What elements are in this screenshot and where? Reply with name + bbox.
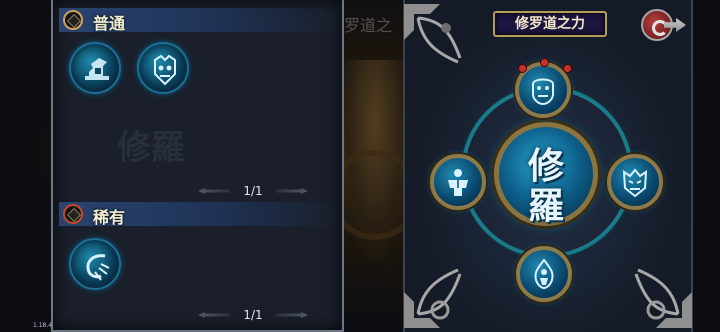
common-pager: 1/1: [198, 184, 308, 198]
common-skill-slot-2[interactable]: [137, 42, 189, 94]
common-skill-slot-1[interactable]: [69, 42, 121, 94]
asura-core-orb[interactable]: 修 羅: [494, 122, 598, 227]
oni-face-skill-icon: [622, 168, 648, 198]
rare-section-header: 稀有: [59, 202, 339, 227]
section-emblem-icon: [63, 10, 83, 30]
common-next-page-arrow-icon[interactable]: [276, 188, 308, 194]
version-label: 1.18.4: [33, 322, 53, 329]
claw-skill-icon: [86, 254, 110, 281]
ornament-corner-icon: [404, 268, 462, 328]
ornament-corner-icon: [404, 4, 462, 64]
rare-prev-page-arrow-icon[interactable]: [198, 312, 230, 318]
rare-next-page-arrow-icon[interactable]: [276, 312, 308, 318]
background-title-echo: 罗道之: [344, 16, 393, 35]
slot-marker-icon: [563, 64, 572, 73]
common-section-title: 普通: [93, 14, 126, 33]
satellite-skill-bottom[interactable]: [516, 246, 572, 302]
skill-list-panel: 修羅 普通 1/1 稀有 1/1: [51, 0, 344, 332]
demon-face-skill-icon: [154, 54, 176, 86]
tower-skill-icon: [85, 58, 109, 80]
rare-section-title: 稀有: [93, 208, 126, 227]
common-prev-page-arrow-icon[interactable]: [198, 188, 230, 194]
rare-pager: 1/1: [198, 308, 308, 322]
core-glyph-bottom: 羅: [527, 185, 564, 227]
common-section-header: 普通: [59, 8, 339, 33]
flame-figure-skill-icon: [534, 258, 554, 290]
rare-skill-slot-1[interactable]: [69, 238, 121, 290]
common-page-count: 1/1: [243, 184, 263, 198]
ornament-corner-icon: [634, 268, 692, 328]
rare-section-emblem-icon: [63, 204, 83, 224]
power-title: 修罗道之力: [493, 11, 607, 37]
slot-marker-icon: [540, 58, 549, 67]
rare-page-count: 1/1: [243, 308, 263, 322]
muscle-body-skill-icon: [448, 169, 468, 196]
slot-marker-icon: [518, 64, 527, 73]
satellite-skill-right[interactable]: [607, 154, 663, 210]
satellite-skill-left[interactable]: [430, 154, 486, 210]
watermark-glyph: 修羅: [117, 128, 185, 168]
mask-skill-icon: [532, 78, 554, 106]
